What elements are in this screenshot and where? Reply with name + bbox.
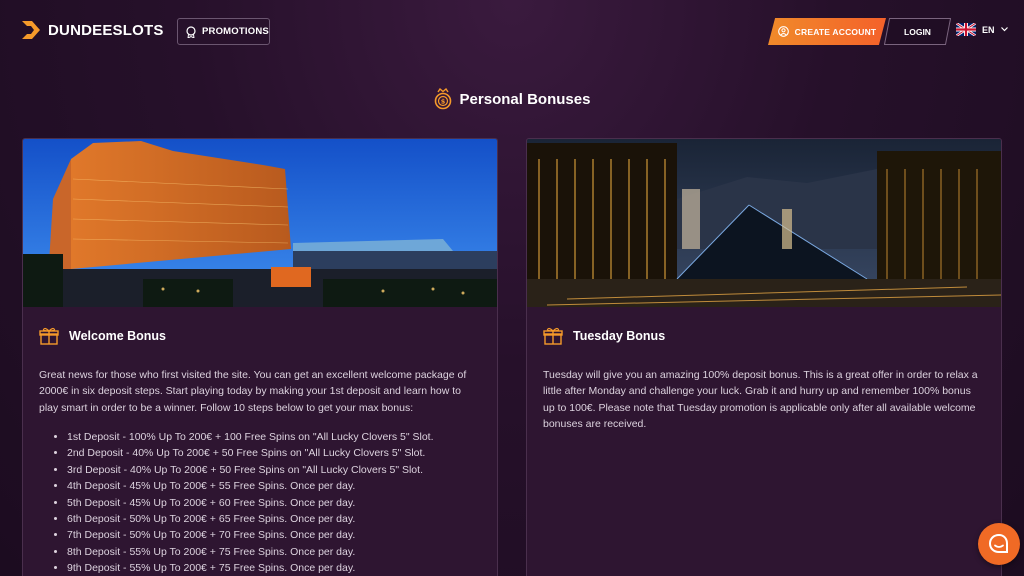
tuesday-bonus-card: Tuesday Bonus Tuesday will give you an a… (526, 138, 1002, 576)
tuesday-bonus-image (527, 139, 1001, 307)
tuesday-bonus-header: Tuesday Bonus (543, 327, 665, 345)
site-header: DUNDEESLOTS PROMOTIONS CREATE ACCOUNT LO… (0, 0, 1024, 62)
promotions-label: PROMOTIONS (202, 26, 269, 37)
chevron-down-icon (1000, 27, 1008, 32)
card-description: Great news for those who first visited t… (39, 369, 467, 414)
page-title: Personal Bonuses (459, 90, 591, 108)
welcome-bonus-header: Welcome Bonus (39, 327, 166, 345)
list-item: 3rd Deposit - 40% Up To 200€ + 50 Free S… (67, 462, 481, 478)
coin-stack-icon: $ (434, 88, 451, 110)
section-heading: $ Personal Bonuses (0, 88, 1024, 110)
chat-bubble-icon (988, 533, 1008, 553)
list-item: 2nd Deposit - 40% Up To 200€ + 50 Free S… (67, 445, 481, 461)
dundee-logo-icon (22, 21, 40, 39)
card-description: Tuesday will give you an amazing 100% de… (543, 369, 978, 430)
list-item: 5th Deposit - 45% Up To 200€ + 60 Free S… (67, 495, 481, 511)
login-label: LOGIN (904, 26, 931, 37)
list-item: 8th Deposit - 55% Up To 200€ + 75 Free S… (67, 544, 481, 560)
welcome-bonus-image (23, 139, 497, 307)
user-circle-icon (777, 26, 789, 37)
live-chat-button[interactable] (978, 523, 1020, 565)
gift-icon (39, 327, 59, 345)
uk-flag-icon (956, 23, 976, 36)
welcome-bonus-body: Great news for those who first visited t… (39, 367, 481, 576)
language-selector[interactable]: EN (956, 23, 1008, 36)
list-item: 9th Deposit - 55% Up To 200€ + 75 Free S… (67, 560, 481, 576)
language-code: EN (982, 24, 995, 35)
card-title: Welcome Bonus (69, 329, 167, 343)
gift-icon (543, 327, 563, 345)
create-account-button[interactable]: CREATE ACCOUNT (768, 18, 886, 45)
card-title: Tuesday Bonus (573, 329, 666, 343)
tuesday-bonus-body: Tuesday will give you an amazing 100% de… (543, 367, 985, 432)
welcome-bonus-card: Welcome Bonus Great news for those who f… (22, 138, 498, 576)
list-item: 7th Deposit - 50% Up To 200€ + 70 Free S… (67, 527, 481, 543)
logo-text: DUNDEESLOTS (48, 21, 164, 39)
svg-text:$: $ (440, 98, 445, 106)
promotions-button[interactable]: PROMOTIONS (177, 18, 270, 45)
promo-badge-icon (186, 25, 196, 38)
list-item: 4th Deposit - 45% Up To 200€ + 55 Free S… (67, 478, 481, 494)
deposit-steps-list: 1st Deposit - 100% Up To 200€ + 100 Free… (39, 429, 481, 576)
create-account-label: CREATE ACCOUNT (794, 26, 877, 37)
site-logo[interactable]: DUNDEESLOTS (22, 21, 164, 39)
list-item: 6th Deposit - 50% Up To 200€ + 65 Free S… (67, 511, 481, 527)
list-item: 1st Deposit - 100% Up To 200€ + 100 Free… (67, 429, 481, 445)
login-button[interactable]: LOGIN (884, 18, 951, 45)
